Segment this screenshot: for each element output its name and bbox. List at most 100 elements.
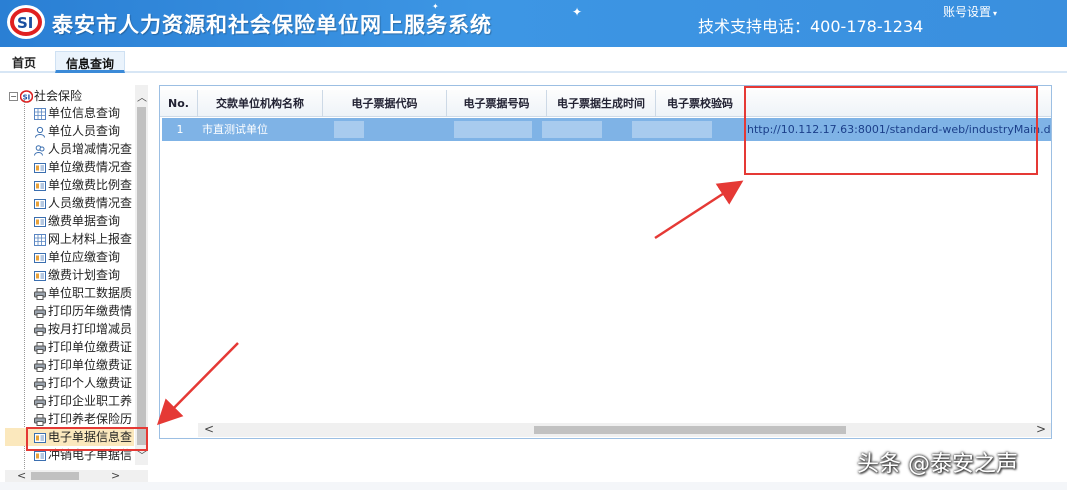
tab-info-query[interactable]: 信息查询 (55, 51, 126, 73)
sidebar-tree: − SI 社会保险 单位信息查询 单位人员查询 人员增减情况查单位缴费情况查单位缴费比例… (5, 85, 148, 481)
sidebar-item[interactable]: 打印企业职工养 (5, 392, 134, 410)
sidebar-item[interactable]: 人员缴费情况查 (5, 194, 134, 212)
column-header-check-code[interactable]: 电子票校验码 (656, 90, 745, 117)
printer-icon (34, 413, 46, 426)
printer-icon (34, 287, 46, 300)
printer-icon (34, 377, 46, 390)
sidebar-vertical-scrollbar[interactable]: ︿ ﹀ (135, 85, 148, 465)
sidebar-item-label: 人员增减情况查 (48, 142, 133, 156)
status-strip (0, 482, 1067, 490)
redacted-cell (334, 121, 364, 138)
sparkle-icon: ✦ (572, 5, 583, 19)
form-icon (34, 251, 46, 263)
redacted-cell (662, 121, 712, 138)
form-icon (34, 197, 46, 209)
scroll-left-icon[interactable]: < (204, 422, 214, 436)
sidebar-item-label: 缴费单据查询 (48, 214, 121, 228)
sidebar-item-label: 网上材料上报查 (48, 232, 133, 246)
form-icon (34, 179, 46, 191)
sidebar-item[interactable]: 缴费单据查询 (5, 212, 134, 230)
system-title: 泰安市人力资源和社会保险单位网上服务系统 (52, 13, 492, 37)
scroll-thumb[interactable] (31, 472, 79, 480)
sidebar-item-label: 单位信息查询 (48, 106, 121, 120)
grid-icon (34, 107, 46, 120)
sparkle-icon: ✦ (432, 2, 439, 11)
scroll-right-icon[interactable]: > (1036, 422, 1046, 436)
scroll-left-icon[interactable]: < (17, 469, 26, 482)
form-icon (34, 431, 46, 443)
app-header: SI 泰安市人力资源和社会保险单位网上服务系统 ✦ ✦ 技术支持电话：400-1… (0, 0, 1067, 47)
collapse-icon[interactable]: − (9, 92, 18, 101)
scroll-right-icon[interactable]: > (111, 469, 120, 482)
sidebar-item[interactable]: 打印历年缴费情 (5, 302, 134, 320)
column-header-receipt-number[interactable]: 电子票据号码 (447, 90, 547, 117)
column-header-receipt-time[interactable]: 电子票据生成时间 (547, 90, 656, 117)
caret-down-icon: ▾ (993, 9, 998, 18)
form-icon (34, 215, 46, 227)
account-settings-label: 账号设置 (943, 5, 992, 19)
table-row[interactable]: 1 市直测试单位 http://10.112.17.63:8001/standa… (162, 118, 1051, 141)
user-icon (34, 125, 46, 138)
logo-icon: SI (7, 5, 45, 39)
redacted-cell (454, 121, 532, 138)
sidebar-item[interactable]: 打印个人缴费证 (5, 374, 134, 392)
sidebar-item-label: 冲销电子单据信 (48, 448, 133, 462)
scroll-thumb[interactable] (534, 426, 846, 434)
sidebar-item[interactable]: 冲销电子单据信 (5, 446, 134, 464)
sidebar-item-label: 按月打印增减员 (48, 322, 133, 336)
grid-icon (34, 233, 46, 246)
sidebar-item[interactable]: 单位缴费比例查 (5, 176, 134, 194)
sidebar-item[interactable]: 按月打印增减员 (5, 320, 134, 338)
top-nav: 首页 信息查询 (0, 47, 1067, 73)
sidebar-item-label: 单位职工数据质 (48, 286, 133, 300)
sidebar-item[interactable]: 缴费计划查询 (5, 266, 134, 284)
table-horizontal-scrollbar[interactable]: < > (198, 422, 1051, 437)
column-header-receipt-code[interactable]: 电子票据代码 (323, 90, 447, 117)
column-header-org-name[interactable]: 交款单位机构名称 (198, 90, 323, 117)
sidebar-item[interactable]: 单位应缴查询 (5, 248, 134, 266)
sidebar-item-label: 缴费计划查询 (48, 268, 121, 282)
sidebar-item[interactable]: 电子单据信息查 (5, 428, 134, 446)
sidebar-item[interactable]: 网上材料上报查 (5, 230, 134, 248)
sidebar-item-label: 打印养老保险历 (48, 412, 133, 426)
sidebar-item-label: 单位应缴查询 (48, 250, 121, 264)
sidebar-item[interactable]: 单位职工数据质 (5, 284, 134, 302)
sidebar-item[interactable]: 人员增减情况查 (5, 140, 134, 158)
tree-items: 单位信息查询 单位人员查询 人员增减情况查单位缴费情况查单位缴费比例查 人员缴费情况查… (5, 104, 134, 464)
account-settings-menu[interactable]: 账号设置 ▾ (943, 3, 997, 20)
sidebar-item-label: 打印历年缴费情 (48, 304, 133, 318)
column-header-no[interactable]: No. (160, 90, 198, 117)
printer-icon (34, 395, 46, 408)
sidebar-item-label: 人员缴费情况查 (48, 196, 133, 210)
cell-link[interactable]: http://10.112.17.63:8001/standard-web/in… (747, 118, 1051, 141)
tab-home[interactable]: 首页 (2, 51, 46, 73)
scroll-down-icon[interactable]: ﹀ (137, 447, 147, 462)
sidebar-item[interactable]: 单位信息查询 (5, 104, 134, 122)
data-grid: No. 交款单位机构名称 电子票据代码 电子票据号码 电子票据生成时间 电子票校… (159, 85, 1052, 439)
sidebar-horizontal-scrollbar[interactable]: < > (5, 469, 148, 482)
scroll-thumb[interactable] (137, 107, 146, 445)
sidebar-item[interactable]: 打印养老保险历 (5, 410, 134, 428)
sidebar-item-label: 打印单位缴费证 (48, 340, 133, 354)
scroll-up-icon[interactable]: ︿ (137, 89, 147, 104)
sidebar-item[interactable]: 单位缴费情况查 (5, 158, 134, 176)
cell-org-name: 市直测试单位 (202, 123, 268, 136)
cell-no: 1 (176, 123, 184, 136)
social-insurance-icon: SI (20, 90, 33, 103)
sidebar-item-label: 单位人员查询 (48, 124, 121, 138)
users-icon (34, 143, 46, 156)
form-icon (34, 161, 46, 173)
svg-text:SI: SI (17, 14, 33, 32)
sidebar-item-label: 电子单据信息查 (48, 430, 133, 444)
tree-root-social-insurance[interactable]: − SI 社会保险 (9, 87, 82, 103)
printer-icon (34, 359, 46, 372)
sidebar-item-label: 打印单位缴费证 (48, 358, 133, 372)
support-phone: 技术支持电话：400-178-1234 (698, 17, 924, 36)
sidebar-item[interactable]: 打印单位缴费证 (5, 338, 134, 356)
column-header-link[interactable] (745, 90, 1051, 117)
sidebar-item[interactable]: 打印单位缴费证 (5, 356, 134, 374)
table-header: No. 交款单位机构名称 电子票据代码 电子票据号码 电子票据生成时间 电子票校… (160, 90, 1051, 117)
form-icon (34, 449, 46, 461)
sidebar-item[interactable]: 单位人员查询 (5, 122, 134, 140)
sidebar-item-label: 单位缴费比例查 (48, 178, 133, 192)
